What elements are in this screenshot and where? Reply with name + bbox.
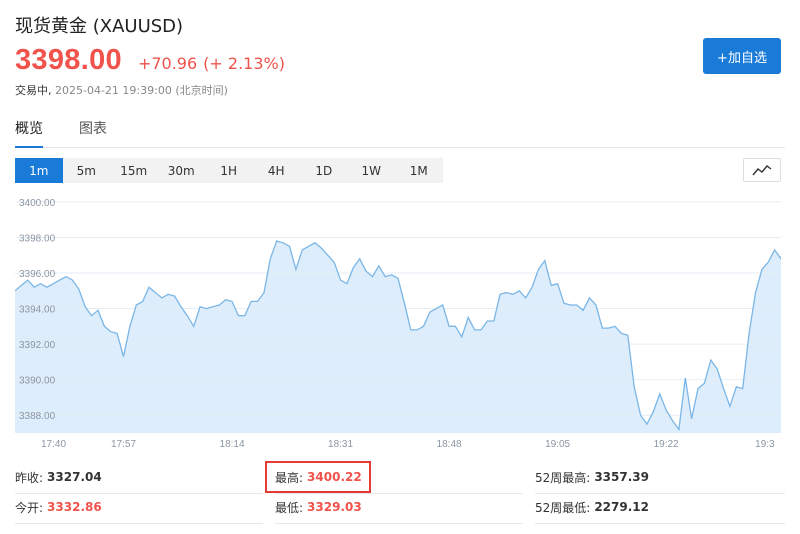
stat-open: 今开: 3332.86 [15, 492, 102, 522]
stat-label: 昨收: [15, 470, 44, 485]
x-tick-label: 17:57 [111, 439, 136, 450]
stat-label: 52周最高: [535, 470, 591, 485]
y-tick-label: 3400.00 [19, 198, 56, 209]
y-tick-label: 3388.00 [19, 411, 56, 422]
divider [535, 523, 785, 524]
interval-30m[interactable]: 30m [158, 158, 206, 183]
y-tick-label: 3392.00 [19, 340, 56, 351]
chart-type-toggle[interactable] [743, 158, 781, 182]
divider [15, 493, 263, 494]
interval-selector: 1m 5m 15m 30m 1H 4H 1D 1W 1M [15, 158, 443, 183]
price-change: +70.96 [137, 54, 198, 73]
stat-label: 52周最低: [535, 500, 591, 515]
stat-value: 3329.03 [307, 500, 362, 514]
line-chart-icon [752, 165, 772, 176]
y-tick-label: 3394.00 [19, 305, 56, 316]
x-tick-label: 19:3 [755, 439, 775, 450]
page-title: 现货黄金 (XAUUSD) [15, 16, 184, 37]
stat-low: 最低: 3329.03 [275, 492, 362, 522]
divider [535, 493, 785, 494]
price-change-percent: (+ 2.13%) [203, 54, 285, 73]
interval-15m[interactable]: 15m [110, 158, 158, 183]
tab-chart[interactable]: 图表 [79, 118, 107, 148]
divider [275, 493, 523, 494]
interval-1d[interactable]: 1D [300, 158, 348, 183]
interval-4h[interactable]: 4H [253, 158, 301, 183]
x-tick-label: 17:40 [41, 439, 66, 450]
stat-label: 今开: [15, 500, 44, 515]
stat-label: 最低: [275, 500, 304, 515]
x-tick-label: 18:31 [328, 439, 353, 450]
stat-value: 3332.86 [47, 500, 102, 514]
current-price: 3398.00 [15, 44, 122, 76]
x-tick-label: 19:05 [545, 439, 570, 450]
tab-overview[interactable]: 概览 [15, 118, 43, 148]
interval-1mo[interactable]: 1M [395, 158, 443, 183]
x-tick-label: 19:22 [654, 439, 679, 450]
stat-value: 2279.12 [594, 500, 649, 514]
status-text: 交易中, [15, 84, 52, 97]
y-tick-label: 3390.00 [19, 376, 56, 387]
add-watchlist-button[interactable]: +加自选 [703, 38, 781, 74]
status-datetime: 2025-04-21 19:39:00 (北京时间) [55, 84, 228, 97]
stat-52w-high: 52周最高: 3357.39 [535, 462, 649, 492]
price-row: 3398.00 +70.96 (+ 2.13%) [15, 44, 285, 77]
stat-value: 3357.39 [594, 470, 649, 484]
y-tick-label: 3396.00 [19, 269, 56, 280]
price-chart: 3400.00 3398.00 3396.00 3394.00 3392.00 3390.… [15, 193, 781, 450]
divider [275, 523, 523, 524]
x-tick-label: 18:48 [437, 439, 462, 450]
stat-value: 3327.04 [47, 470, 102, 484]
stat-52w-low: 52周最低: 2279.12 [535, 492, 649, 522]
tab-bar: 概览 图表 [15, 118, 785, 148]
interval-5m[interactable]: 5m [63, 158, 111, 183]
interval-1m[interactable]: 1m [15, 158, 63, 183]
stat-prev-close: 昨收: 3327.04 [15, 462, 102, 492]
interval-1w[interactable]: 1W [348, 158, 396, 183]
divider [15, 523, 263, 524]
x-tick-label: 18:14 [220, 439, 245, 450]
interval-1h[interactable]: 1H [205, 158, 253, 183]
y-tick-label: 3398.00 [19, 233, 56, 244]
stat-value: 3400.22 [307, 470, 362, 484]
trading-status: 交易中, 2025-04-21 19:39:00 (北京时间) [15, 82, 228, 98]
stat-label: 最高: [275, 470, 304, 485]
stat-high: 最高: 3400.22 [275, 462, 362, 492]
